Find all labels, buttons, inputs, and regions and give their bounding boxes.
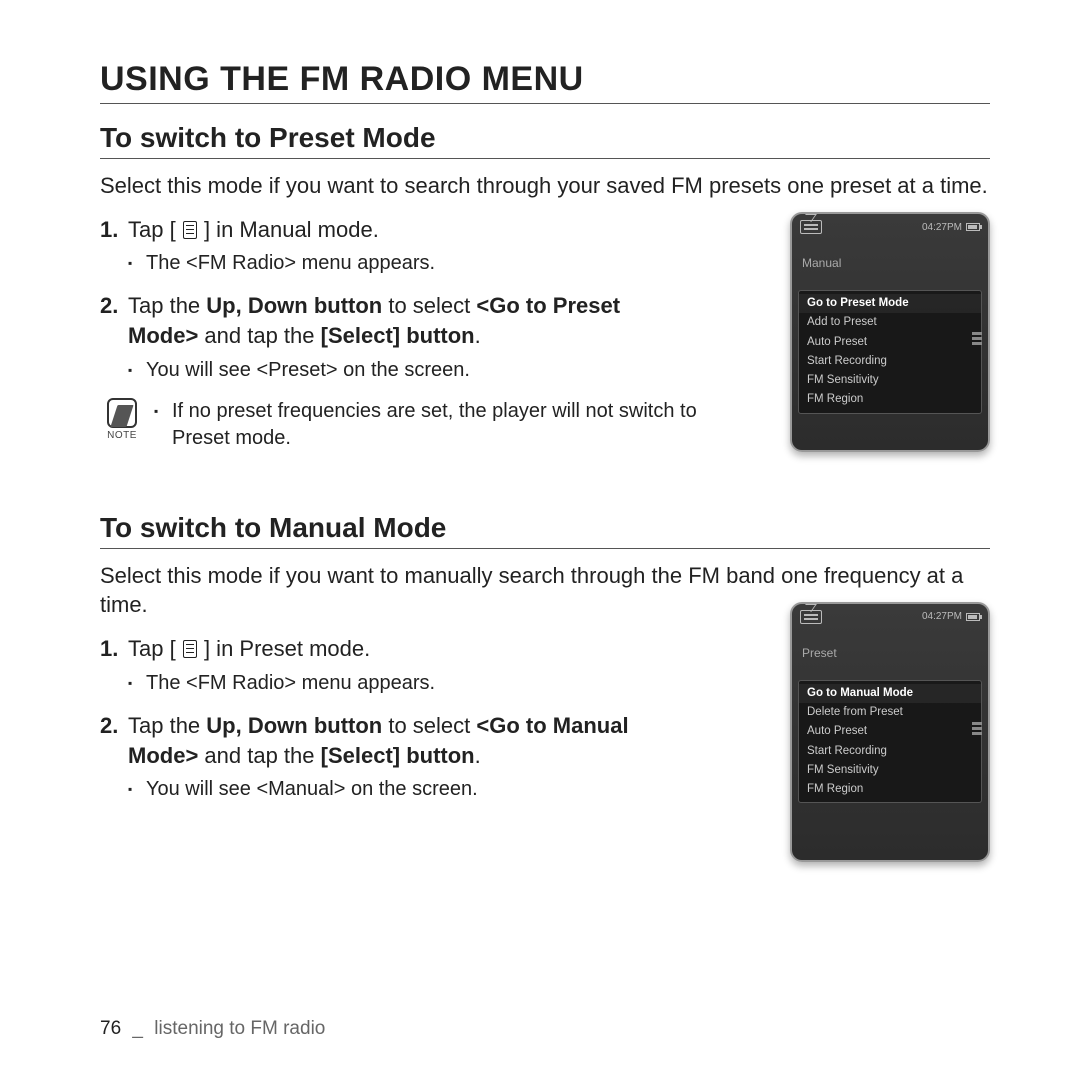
step-sub: You will see <Manual> on the screen.: [128, 776, 690, 803]
steps-list: 1. Tap [ ] in Preset mode. The <FM Radio…: [100, 634, 690, 809]
step-text: Tap the: [128, 713, 206, 738]
device-menu-item: FM Region: [799, 780, 981, 799]
device-screenshot: 04:27PM Preset Go to Manual Mode Delete …: [790, 602, 990, 862]
radio-icon: [800, 610, 822, 624]
step-text: ] in Manual mode.: [204, 217, 379, 242]
step-text: to select: [382, 293, 476, 318]
device-menu-item: FM Sensitivity: [799, 761, 981, 780]
step-number: 1.: [100, 215, 128, 284]
step-text: Tap [: [128, 217, 176, 242]
device-menu-item: FM Region: [799, 390, 981, 409]
page-number: 76: [100, 1018, 121, 1039]
step-bold: [Select] button: [321, 743, 475, 768]
step-text: and tap the: [198, 743, 320, 768]
device-menu: Go to Manual Mode Delete from Preset Aut…: [798, 680, 982, 804]
note-text: If no preset frequencies are set, the pl…: [154, 398, 700, 452]
chapter-name: listening to FM radio: [154, 1018, 325, 1039]
step-text: Tap [: [128, 636, 176, 661]
device-menu-item: FM Sensitivity: [799, 371, 981, 390]
footer-sep: _: [132, 1018, 143, 1039]
device-mode-label: Manual: [792, 238, 988, 276]
steps-list: 1. Tap [ ] in Manual mode. The <FM Radio…: [100, 215, 690, 390]
radio-icon: [800, 220, 822, 234]
device-menu-item: Delete from Preset: [799, 703, 981, 722]
step-number: 2.: [100, 711, 128, 809]
section-heading: To switch to Manual Mode: [100, 512, 990, 549]
step-bold: [Select] button: [321, 323, 475, 348]
step-sub: The <FM Radio> menu appears.: [128, 250, 690, 277]
device-menu: Go to Preset Mode Add to Preset Auto Pre…: [798, 290, 982, 414]
menu-icon: [183, 640, 197, 658]
device-time: 04:27PM: [922, 611, 962, 622]
note-icon: [107, 398, 137, 428]
signal-bars-icon: [972, 332, 982, 345]
step-text: to select: [382, 713, 476, 738]
page-title: USING THE FM RADIO MENU: [100, 60, 990, 104]
device-menu-item: Go to Manual Mode: [799, 684, 981, 703]
page-footer: 76 _ listening to FM radio: [100, 1018, 325, 1040]
step-number: 1.: [100, 634, 128, 703]
section-preset-mode: To switch to Preset Mode Select this mod…: [100, 122, 990, 452]
menu-icon: [183, 221, 197, 239]
note-badge: NOTE: [100, 398, 144, 441]
step-text: .: [475, 743, 481, 768]
device-time: 04:27PM: [922, 222, 962, 233]
device-menu-item: Go to Preset Mode: [799, 294, 981, 313]
step-number: 2.: [100, 291, 128, 389]
step-sub: The <FM Radio> menu appears.: [128, 670, 690, 697]
device-menu-item: Add to Preset: [799, 313, 981, 332]
step-text: ] in Preset mode.: [204, 636, 370, 661]
step-text: Tap the: [128, 293, 206, 318]
section-heading: To switch to Preset Mode: [100, 122, 990, 159]
section-intro: Select this mode if you want to search t…: [100, 171, 990, 201]
device-menu-item: Start Recording: [799, 352, 981, 371]
step-sub: You will see <Preset> on the screen.: [128, 357, 690, 384]
device-menu-item: Start Recording: [799, 742, 981, 761]
device-mode-label: Preset: [792, 628, 988, 666]
step-bold: Up, Down button: [206, 293, 382, 318]
section-manual-mode: To switch to Manual Mode Select this mod…: [100, 512, 990, 809]
note-label: NOTE: [100, 430, 144, 441]
device-screenshot: 04:27PM Manual Go to Preset Mode Add to …: [790, 212, 990, 452]
step-text: and tap the: [198, 323, 320, 348]
note-block: NOTE If no preset frequencies are set, t…: [100, 398, 700, 452]
step-text: .: [475, 323, 481, 348]
device-menu-item: Auto Preset: [799, 333, 981, 352]
battery-icon: [966, 223, 980, 231]
device-menu-item: Auto Preset: [799, 722, 981, 741]
step-bold: Up, Down button: [206, 713, 382, 738]
signal-bars-icon: [972, 722, 982, 735]
battery-icon: [966, 613, 980, 621]
